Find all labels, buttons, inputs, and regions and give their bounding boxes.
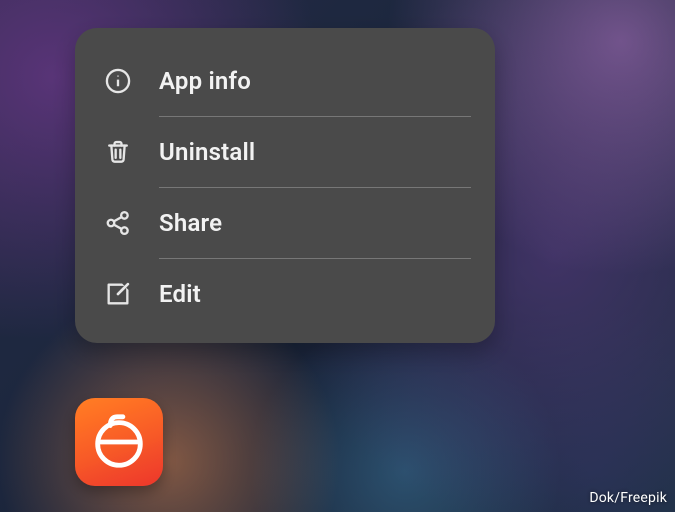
trash-icon xyxy=(103,137,133,167)
menu-item-label: Share xyxy=(159,209,222,237)
menu-item-share[interactable]: Share xyxy=(75,188,495,258)
app-icon-freepik[interactable] xyxy=(75,398,163,486)
menu-item-uninstall[interactable]: Uninstall xyxy=(75,117,495,187)
menu-item-label: Uninstall xyxy=(159,138,255,166)
context-menu-popup: App info Uninstall Share xyxy=(75,28,495,343)
info-icon xyxy=(103,66,133,96)
edit-icon xyxy=(103,279,133,309)
image-credit: Dok/Freepik xyxy=(589,490,667,506)
freepik-logo-icon xyxy=(88,411,150,473)
share-icon xyxy=(103,208,133,238)
menu-item-app-info[interactable]: App info xyxy=(75,46,495,116)
menu-item-label: Edit xyxy=(159,280,201,308)
menu-item-edit[interactable]: Edit xyxy=(75,259,495,329)
menu-item-label: App info xyxy=(159,67,251,95)
